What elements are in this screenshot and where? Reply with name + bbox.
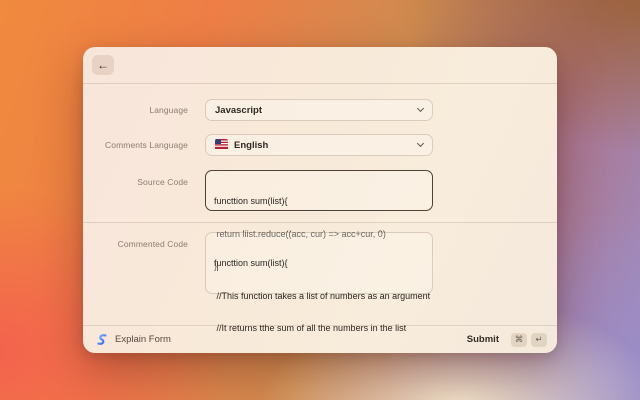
window-header: ← xyxy=(83,47,557,84)
command-title: Explain Form xyxy=(115,334,171,345)
back-button[interactable]: ← xyxy=(92,55,114,75)
back-arrow-icon: ← xyxy=(97,58,109,72)
extension-logo-icon xyxy=(95,333,108,346)
form-row-language: Language Javascript xyxy=(83,99,557,121)
command-key-icon: ⌘ xyxy=(511,333,527,347)
submit-button[interactable]: Submit xyxy=(467,334,499,345)
chevron-down-icon xyxy=(417,105,424,112)
us-flag-icon xyxy=(215,139,228,152)
app-window: ← Language Javascript Comments Language xyxy=(83,47,557,353)
form-row-commented-code: Commented Code functtion sum(list){ //Th… xyxy=(83,232,557,294)
form-row-source-code: Source Code functtion sum(list){ return … xyxy=(83,170,557,211)
language-dropdown[interactable]: Javascript xyxy=(205,99,433,121)
source-code-line: functtion sum(list){ xyxy=(214,196,288,207)
source-code-label: Source Code xyxy=(83,170,188,211)
form-row-comments-language: Comments Language English xyxy=(83,134,557,156)
language-label: Language xyxy=(83,99,188,121)
chevron-down-icon xyxy=(417,140,424,147)
window-footer: Explain Form Submit ⌘ ↵ xyxy=(83,325,557,353)
source-code-textarea[interactable]: functtion sum(list){ return liist.reduce… xyxy=(205,170,433,211)
comments-language-label: Comments Language xyxy=(83,134,188,156)
return-key-icon: ↵ xyxy=(531,333,547,347)
commented-code-label: Commented Code xyxy=(83,232,188,294)
commented-code-line: //This function takes a list of numbers … xyxy=(214,291,430,302)
commented-code-line: functtion sum(list){ xyxy=(214,258,288,269)
section-divider xyxy=(83,222,557,223)
comments-language-value: English xyxy=(234,140,418,151)
language-value: Javascript xyxy=(215,105,418,116)
commented-code-textarea[interactable]: functtion sum(list){ //This function tak… xyxy=(205,232,433,294)
comments-language-dropdown[interactable]: English xyxy=(205,134,433,156)
